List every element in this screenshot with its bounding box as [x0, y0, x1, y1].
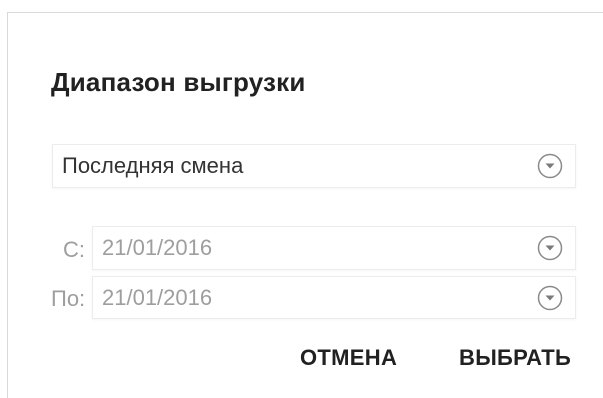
period-select[interactable]: Последняя смена — [52, 144, 576, 188]
from-date-value: 21/01/2016 — [102, 235, 213, 260]
select-button[interactable]: ВЫБРАТЬ — [459, 345, 571, 371]
to-date-label: По: — [51, 286, 86, 311]
from-date-label: С: — [63, 237, 85, 262]
export-range-dialog: Диапазон выгрузки Последняя смена С: 21/… — [7, 12, 603, 398]
to-date-select[interactable]: 21/01/2016 — [92, 276, 576, 319]
cancel-button[interactable]: ОТМЕНА — [300, 345, 397, 371]
dialog-title: Диапазон выгрузки — [51, 67, 306, 97]
period-select-value: Последняя смена — [62, 153, 244, 178]
from-date-select[interactable]: 21/01/2016 — [92, 226, 576, 270]
to-date-value: 21/01/2016 — [102, 284, 213, 310]
chevron-down-circle-icon[interactable] — [537, 235, 563, 261]
chevron-down-circle-icon[interactable] — [537, 285, 563, 311]
chevron-down-circle-icon[interactable] — [537, 153, 563, 179]
